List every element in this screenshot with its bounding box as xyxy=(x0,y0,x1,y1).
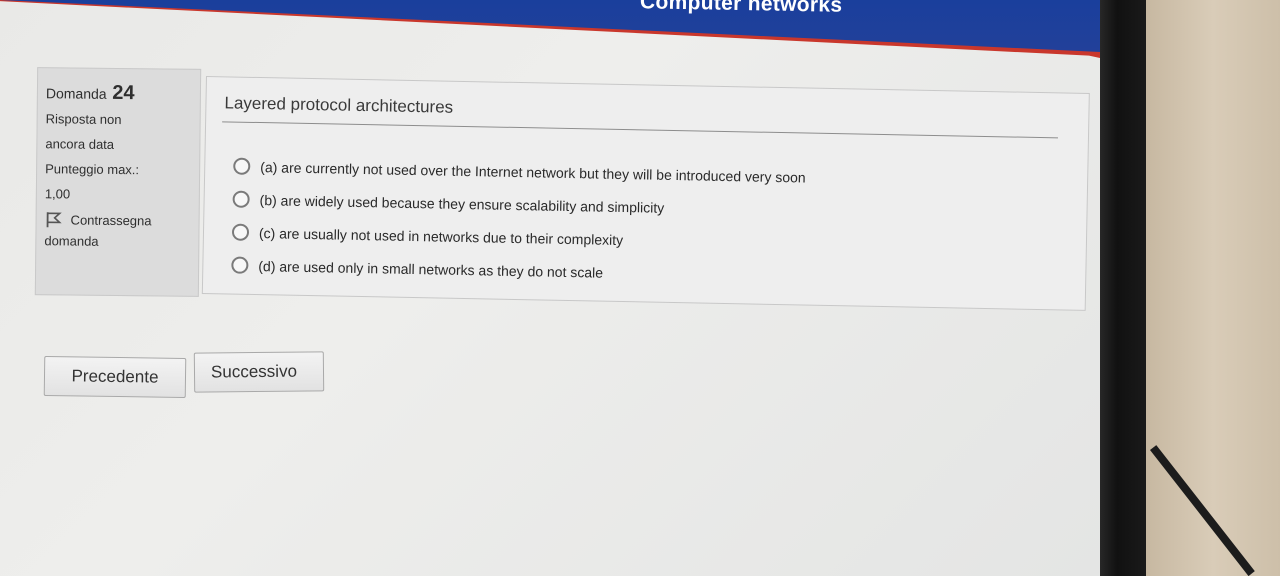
question-label: Domanda xyxy=(45,85,107,102)
background-wall xyxy=(1146,0,1280,576)
radio-d[interactable] xyxy=(231,256,249,274)
flag-label-line2[interactable]: domanda xyxy=(44,228,190,255)
flag-label-line1: Contrassegna xyxy=(70,212,152,228)
flag-icon xyxy=(46,212,62,228)
answer-option-label: (d) are used only in small networks as t… xyxy=(258,257,604,281)
question-number-row: Domanda 24 xyxy=(46,80,192,108)
monitor-bezel xyxy=(1098,0,1146,576)
previous-button[interactable]: Precedente xyxy=(43,356,187,398)
answer-options: (a) are currently not used over the Inte… xyxy=(231,150,806,293)
flag-question-link[interactable]: Contrassegna xyxy=(45,210,191,230)
radio-b[interactable] xyxy=(232,190,250,208)
question-text: Layered protocol architectures xyxy=(224,93,454,117)
question-panel: Layered protocol architectures (a) are c… xyxy=(201,76,1090,311)
max-score-value: 1,00 xyxy=(44,186,71,202)
next-button[interactable]: Successivo xyxy=(193,351,325,393)
question-number: 24 xyxy=(112,81,135,105)
question-info-panel: Domanda 24 Risposta non ancora data Punt… xyxy=(34,67,202,297)
radio-c[interactable] xyxy=(231,223,250,241)
answer-option-label: (a) are currently not used over the Inte… xyxy=(260,158,806,186)
max-score-label: Punteggio max.: xyxy=(45,161,140,178)
radio-a[interactable] xyxy=(233,157,251,175)
answer-option-label: (c) are usually not used in networks due… xyxy=(258,224,624,248)
answer-status-line2: ancora data xyxy=(45,136,115,152)
answer-option-label: (b) are widely used because they ensure … xyxy=(259,191,665,216)
answer-status-line1: Risposta non xyxy=(45,111,122,128)
question-divider xyxy=(222,121,1058,139)
screen: Computer networks Domanda 24 Risposta no… xyxy=(0,0,1100,576)
